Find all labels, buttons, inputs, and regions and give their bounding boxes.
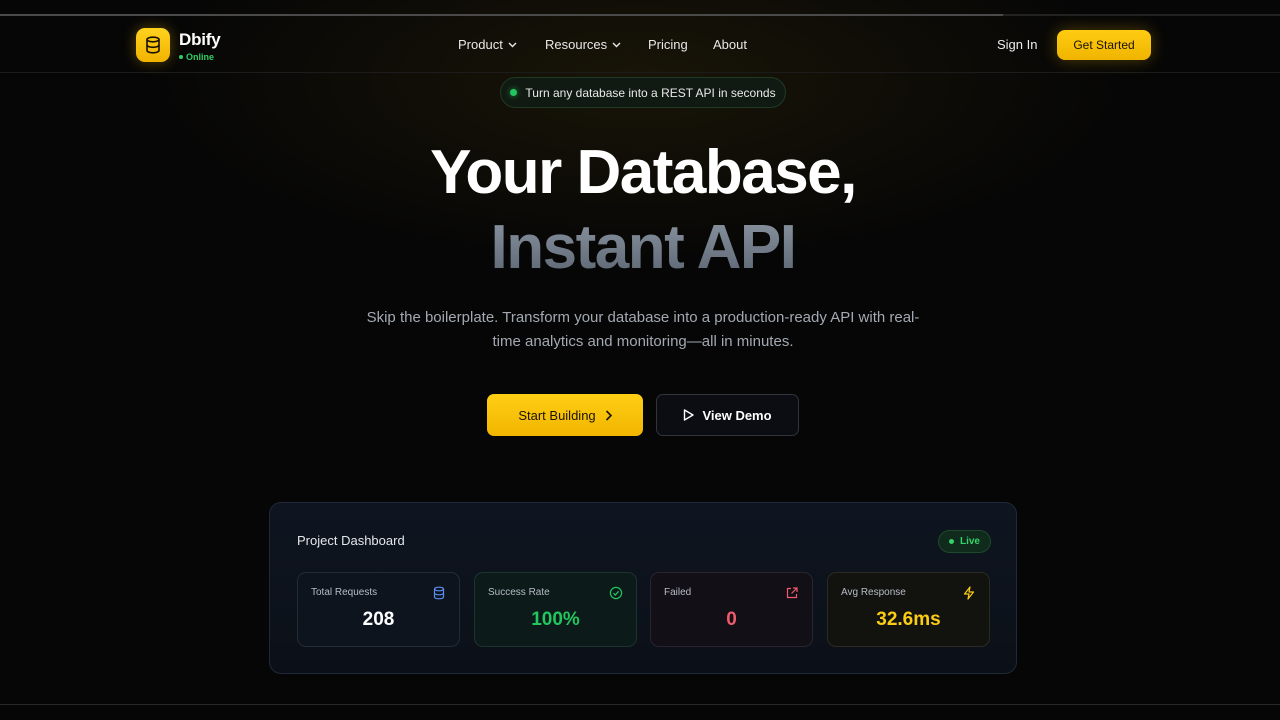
nav-item-resources[interactable]: Resources: [545, 37, 621, 52]
view-demo-label: View Demo: [702, 407, 772, 423]
nav-item-product[interactable]: Product: [458, 37, 517, 52]
project-dashboard: Project Dashboard Live Total Requests 20…: [269, 502, 1017, 674]
section-divider: [0, 704, 1280, 705]
announcement-text: Turn any database into a REST API in sec…: [525, 85, 776, 100]
stat-label: Total Requests: [311, 587, 378, 598]
chevron-down-icon: [612, 42, 621, 47]
chevron-down-icon: [508, 42, 517, 47]
stat-value-avg-response: 32.6ms: [876, 609, 941, 630]
hero-title-line1: Your Database,: [430, 138, 857, 207]
play-icon: [684, 409, 695, 421]
nav-item-about[interactable]: About: [713, 37, 747, 52]
announcement-dot-icon: [510, 89, 518, 96]
hero-subtitle: Skip the boilerplate. Transform your dat…: [366, 309, 920, 350]
dashboard-title: Project Dashboard: [297, 533, 405, 548]
stat-label: Failed: [664, 587, 692, 598]
stat-card-total-requests: Total Requests 208: [297, 572, 460, 647]
stat-label: Success Rate: [488, 587, 550, 598]
navbar: Dbify Online Product Resources Pricing A…: [0, 16, 1280, 73]
database-icon: [433, 586, 445, 600]
external-link-icon: [786, 587, 798, 599]
stat-value-total-requests: 208: [362, 609, 395, 630]
stat-card-avg-response: Avg Response 32.6ms: [827, 572, 990, 647]
live-dot-icon: [948, 539, 954, 544]
nav-item-label: About: [713, 37, 747, 52]
stat-value-failed: 0: [726, 609, 737, 630]
live-label: Live: [959, 536, 980, 547]
chevron-right-icon: [605, 409, 612, 421]
stat-card-success-rate: Success Rate 100%: [474, 572, 637, 647]
nav-item-pricing[interactable]: Pricing: [648, 37, 688, 52]
view-demo-button[interactable]: View Demo: [656, 394, 799, 436]
check-circle-icon: [609, 586, 623, 600]
stat-card-failed: Failed 0: [650, 572, 813, 647]
sign-in-link[interactable]: Sign In: [997, 37, 1037, 52]
stat-label: Avg Response: [841, 587, 906, 598]
nav-item-label: Pricing: [648, 37, 688, 52]
announcement-pill[interactable]: Turn any database into a REST API in sec…: [500, 77, 786, 108]
stat-value-success-rate: 100%: [531, 609, 580, 630]
nav-item-label: Resources: [545, 37, 608, 52]
status-dot-icon: [179, 55, 183, 59]
lightning-icon: [963, 586, 975, 600]
nav-item-label: Product: [458, 37, 503, 52]
get-started-button[interactable]: Get Started: [1057, 30, 1151, 60]
hero-title-line2: Instant API: [0, 213, 1280, 283]
landing-page: Dbify Online Product Resources Pricing A…: [0, 0, 1280, 720]
live-badge: Live: [938, 530, 991, 553]
start-building-button[interactable]: Start Building: [487, 394, 643, 436]
start-building-label: Start Building: [518, 407, 596, 423]
